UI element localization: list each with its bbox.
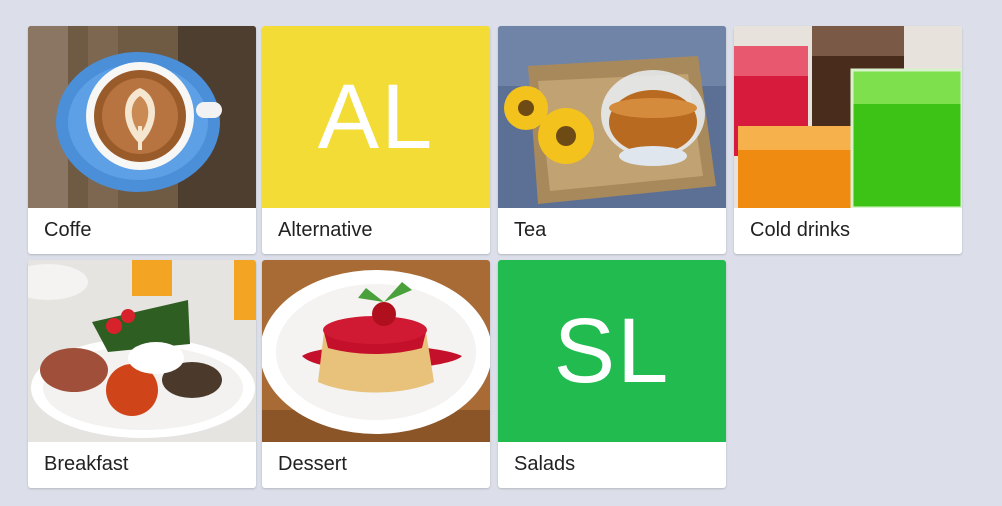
category-tile-salads[interactable]: SL Salads	[498, 260, 726, 488]
category-tile-breakfast[interactable]: Breakfast	[28, 260, 256, 488]
category-label: Dessert	[278, 453, 347, 475]
category-abbr: AL	[317, 65, 435, 168]
category-label: Salads	[514, 453, 576, 475]
abbr-placeholder: SL	[498, 260, 726, 442]
category-tile-cold-drinks[interactable]: Cold drinks	[734, 26, 962, 254]
category-tile-alternative[interactable]: AL Alternative	[262, 26, 490, 254]
category-tile-coffe[interactable]: Coffe	[28, 26, 256, 254]
category-grid: Coffe AL Alternative Tea Cold drinks Bre…	[0, 0, 1002, 506]
category-abbr: SL	[553, 299, 671, 402]
category-tile-dessert[interactable]: Dessert	[262, 260, 490, 488]
cold-drinks-photo	[734, 26, 962, 208]
category-label: Coffe	[44, 219, 92, 241]
category-label: Tea	[514, 219, 547, 241]
category-label: Alternative	[278, 219, 373, 241]
dessert-photo	[262, 260, 490, 442]
category-label: Breakfast	[44, 453, 129, 475]
abbr-placeholder: AL	[262, 26, 490, 208]
category-tile-tea[interactable]: Tea	[498, 26, 726, 254]
coffee-photo	[28, 26, 256, 208]
category-label: Cold drinks	[750, 219, 851, 241]
tea-photo	[498, 26, 726, 208]
breakfast-photo	[28, 260, 256, 442]
